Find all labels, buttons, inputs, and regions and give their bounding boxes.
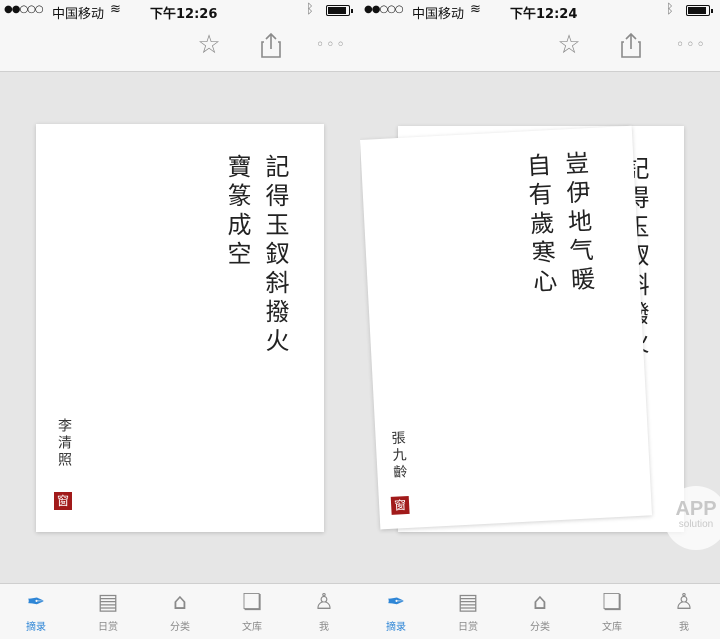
more-options-button[interactable]: ◦◦◦ bbox=[316, 30, 346, 60]
tab-me[interactable]: ♙ 我 bbox=[294, 590, 354, 633]
right-screen: ●●○○○ 中国移动 ≋ 下午12:24 ᛒ ☆ ◦◦◦ 記得玉釵斜撥火 豈伊地… bbox=[360, 0, 720, 639]
tab-bar: ✒ 摘录 ▤ 日赏 ⌂ 分类 ❏ 文库 ♙ 我 bbox=[360, 583, 720, 639]
wifi-icon: ≋ bbox=[110, 2, 121, 17]
tab-daily[interactable]: ▤ 日赏 bbox=[438, 590, 498, 633]
battery-icon bbox=[326, 5, 353, 16]
share-button[interactable] bbox=[256, 30, 286, 60]
left-screen: ●●○○○ 中国移动 ≋ 下午12:26 ᛒ ☆ ◦◦◦ 記得玉釵斜撥火 寶篆成… bbox=[0, 0, 360, 639]
carrier-name: 中国移动 bbox=[52, 7, 105, 22]
person-icon: ♙ bbox=[674, 590, 694, 615]
pen-nib-icon: ✒ bbox=[26, 590, 46, 615]
top-bar: ●●○○○ 中国移动 ≋ 下午12:26 ᛒ ☆ ◦◦◦ bbox=[0, 0, 360, 72]
front-poem-card[interactable]: 豈伊地气暖 自有歲寒心 張九齡 窗 bbox=[360, 125, 653, 530]
poem-line-1: 記得玉釵斜撥火 bbox=[261, 154, 289, 357]
top-bar: ●●○○○ 中国移动 ≋ 下午12:24 ᛒ ☆ ◦◦◦ bbox=[360, 0, 720, 72]
wifi-icon: ≋ bbox=[470, 2, 481, 17]
front-poem-author: 張九齡 bbox=[389, 430, 408, 482]
books-icon: ❏ bbox=[602, 590, 622, 615]
signal-indicator: ●●○○○ bbox=[4, 4, 44, 15]
front-poem-line-2: 自有歲寒心 bbox=[521, 152, 558, 299]
pen-nib-icon: ✒ bbox=[386, 590, 406, 615]
author-seal: 窗 bbox=[390, 495, 410, 515]
tab-me[interactable]: ♙ 我 bbox=[654, 590, 714, 633]
calendar-icon: ▤ bbox=[97, 590, 119, 615]
share-button[interactable] bbox=[616, 30, 646, 60]
tab-excerpts[interactable]: ✒ 摘录 bbox=[366, 590, 426, 633]
tab-bar: ✒ 摘录 ▤ 日赏 ⌂ 分类 ❏ 文库 ♙ 我 bbox=[0, 583, 360, 639]
favorite-star-button[interactable]: ☆ bbox=[194, 30, 224, 60]
tab-excerpts[interactable]: ✒ 摘录 bbox=[6, 590, 66, 633]
tab-categories[interactable]: ⌂ 分类 bbox=[150, 590, 210, 633]
status-bar: ●●○○○ 中国移动 ≋ 下午12:26 ᛒ bbox=[0, 0, 360, 22]
more-options-button[interactable]: ◦◦◦ bbox=[676, 30, 706, 60]
author-seal: 窗 bbox=[54, 492, 72, 510]
poem-card[interactable]: 記得玉釵斜撥火 寶篆成空 李清照 窗 bbox=[36, 124, 324, 532]
share-icon bbox=[261, 32, 281, 58]
status-time: 下午12:24 bbox=[510, 7, 578, 22]
tab-categories[interactable]: ⌂ 分类 bbox=[510, 590, 570, 633]
signal-indicator: ●●○○○ bbox=[364, 4, 404, 15]
tab-library[interactable]: ❏ 文库 bbox=[582, 590, 642, 633]
tag-icon: ⌂ bbox=[533, 590, 547, 615]
front-poem-line-1: 豈伊地气暖 bbox=[559, 150, 596, 297]
share-icon bbox=[621, 32, 641, 58]
bluetooth-icon: ᛒ bbox=[666, 2, 674, 17]
bluetooth-icon: ᛒ bbox=[306, 2, 314, 17]
calendar-icon: ▤ bbox=[457, 590, 479, 615]
poem-line-2: 寶篆成空 bbox=[223, 154, 251, 270]
poem-author: 李清照 bbox=[56, 418, 72, 469]
tab-library[interactable]: ❏ 文库 bbox=[222, 590, 282, 633]
favorite-star-button[interactable]: ☆ bbox=[554, 30, 584, 60]
carrier-name: 中国移动 bbox=[412, 7, 465, 22]
books-icon: ❏ bbox=[242, 590, 262, 615]
status-bar: ●●○○○ 中国移动 ≋ 下午12:24 ᛒ bbox=[360, 0, 720, 22]
status-time: 下午12:26 bbox=[150, 7, 218, 22]
battery-icon bbox=[686, 5, 713, 16]
tag-icon: ⌂ bbox=[173, 590, 187, 615]
person-icon: ♙ bbox=[314, 590, 334, 615]
watermark-logo: APP solution bbox=[664, 486, 720, 550]
tab-daily[interactable]: ▤ 日赏 bbox=[78, 590, 138, 633]
